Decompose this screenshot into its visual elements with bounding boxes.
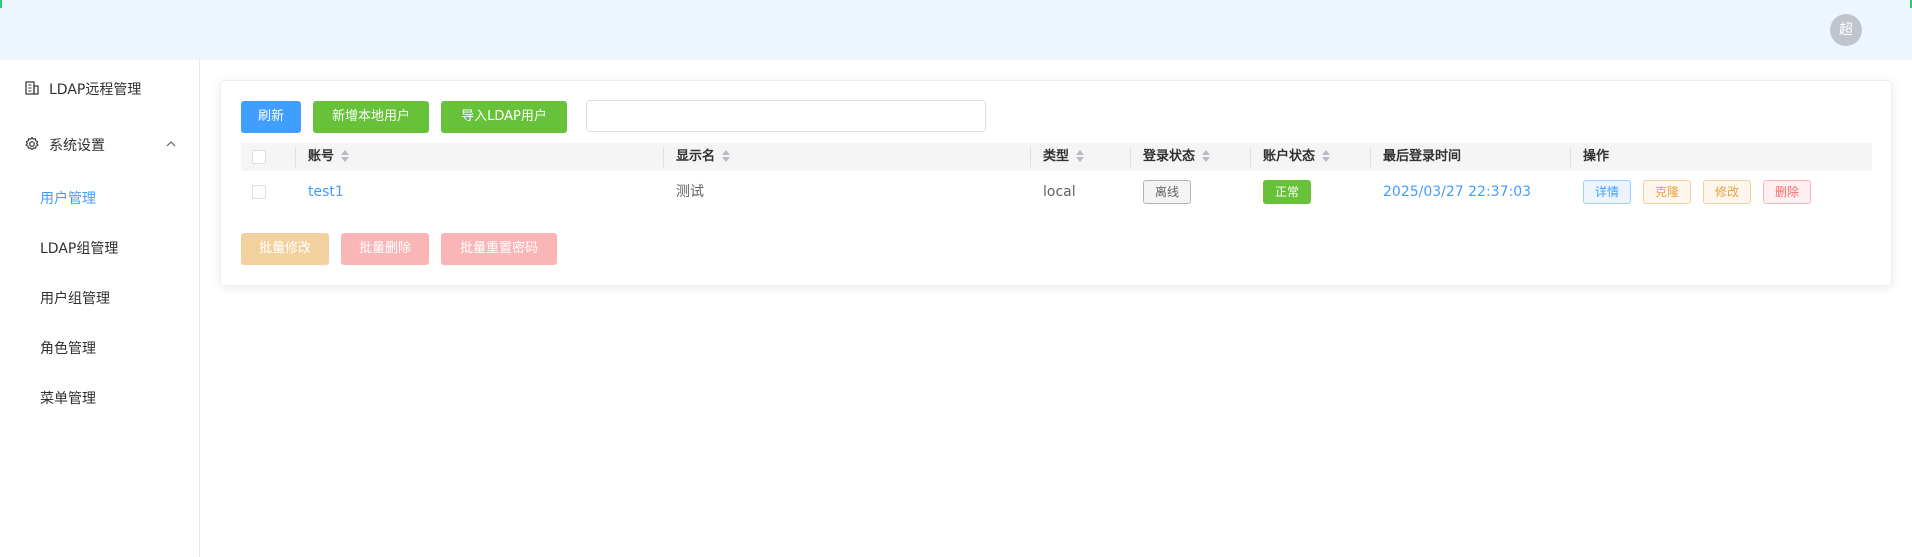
column-header-display-name[interactable]: 显示名 bbox=[676, 143, 731, 171]
accent-marker bbox=[0, 0, 2, 8]
column-header-account-status[interactable]: 账户状态 bbox=[1263, 143, 1331, 171]
search-input[interactable] bbox=[586, 100, 986, 132]
avatar[interactable]: 超 bbox=[1830, 14, 1862, 46]
sidebar-item-label: 用户组管理 bbox=[40, 291, 110, 307]
column-divider bbox=[1570, 147, 1571, 167]
top-header: 超 bbox=[0, 0, 1912, 60]
sidebar-item-label: 用户管理 bbox=[40, 191, 96, 207]
column-header-label: 显示名 bbox=[676, 149, 716, 164]
sidebar-item-role-management[interactable]: 角色管理 bbox=[0, 322, 199, 372]
sidebar-item-ldap-remote[interactable]: LDAP远程管理 bbox=[0, 60, 199, 116]
building-icon bbox=[25, 81, 39, 95]
column-header-label: 登录状态 bbox=[1143, 149, 1196, 164]
sidebar-item-label: 菜单管理 bbox=[40, 391, 96, 407]
sort-icon[interactable] bbox=[1321, 149, 1331, 163]
column-header-label: 最后登录时间 bbox=[1383, 149, 1462, 164]
sidebar-item-menu-management[interactable]: 菜单管理 bbox=[0, 372, 199, 422]
last-login-cell: 2025/03/27 22:37:03 bbox=[1383, 184, 1532, 200]
select-all-checkbox[interactable] bbox=[252, 150, 266, 164]
column-header-label: 账号 bbox=[308, 149, 335, 164]
column-divider bbox=[295, 147, 296, 167]
table-header: 账号 显示名 类型 登录状态 账户状态 最后登录时间 操作 bbox=[241, 143, 1872, 171]
sort-icon[interactable] bbox=[1075, 149, 1085, 163]
sidebar: LDAP远程管理 系统设置 用户管理 LDAP组管理 用户组管理 角色管理 菜单… bbox=[0, 60, 200, 557]
sidebar-item-label: LDAP远程管理 bbox=[49, 82, 142, 98]
sidebar-item-user-management[interactable]: 用户管理 bbox=[0, 172, 199, 222]
account-status-badge: 正常 bbox=[1263, 180, 1311, 204]
table-row: test1 测试 local 离线 正常 2025/03/27 22:37:03… bbox=[241, 171, 1872, 213]
import-ldap-user-button[interactable]: 导入LDAP用户 bbox=[441, 101, 567, 133]
column-divider bbox=[1030, 147, 1031, 167]
column-header-last-login: 最后登录时间 bbox=[1383, 143, 1461, 171]
sidebar-item-ldap-group-management[interactable]: LDAP组管理 bbox=[0, 222, 199, 272]
column-header-type[interactable]: 类型 bbox=[1043, 143, 1085, 171]
display-name-cell: 测试 bbox=[676, 184, 704, 200]
column-header-label: 操作 bbox=[1583, 149, 1610, 164]
chevron-up-icon bbox=[166, 141, 176, 147]
add-local-user-button[interactable]: 新增本地用户 bbox=[313, 101, 429, 133]
column-header-actions: 操作 bbox=[1583, 143, 1609, 171]
detail-button[interactable]: 详情 bbox=[1583, 180, 1631, 204]
column-header-label: 类型 bbox=[1043, 149, 1070, 164]
sidebar-item-label: LDAP组管理 bbox=[40, 241, 119, 257]
gear-icon bbox=[25, 136, 39, 151]
delete-button[interactable]: 删除 bbox=[1763, 180, 1811, 204]
batch-edit-button[interactable]: 批量修改 bbox=[241, 233, 329, 265]
column-header-label: 账户状态 bbox=[1263, 149, 1316, 164]
batch-reset-password-button[interactable]: 批量重置密码 bbox=[441, 233, 557, 265]
column-divider bbox=[1250, 147, 1251, 167]
column-divider bbox=[663, 147, 664, 167]
sidebar-item-label: 角色管理 bbox=[40, 341, 96, 357]
edit-button[interactable]: 修改 bbox=[1703, 180, 1751, 204]
column-divider bbox=[1370, 147, 1371, 167]
column-header-login-status[interactable]: 登录状态 bbox=[1143, 143, 1211, 171]
account-link[interactable]: test1 bbox=[308, 171, 344, 213]
refresh-button[interactable]: 刷新 bbox=[241, 101, 301, 133]
sort-icon[interactable] bbox=[1201, 149, 1211, 163]
row-checkbox[interactable] bbox=[252, 185, 266, 199]
column-header-account[interactable]: 账号 bbox=[308, 143, 350, 171]
sort-icon[interactable] bbox=[340, 149, 350, 163]
login-status-badge: 离线 bbox=[1143, 180, 1191, 204]
sidebar-group-system-settings[interactable]: 系统设置 bbox=[0, 116, 199, 172]
type-cell: local bbox=[1043, 184, 1076, 200]
sidebar-group-label: 系统设置 bbox=[49, 138, 105, 154]
batch-delete-button[interactable]: 批量删除 bbox=[341, 233, 429, 265]
sidebar-item-user-group-management[interactable]: 用户组管理 bbox=[0, 272, 199, 322]
sort-icon[interactable] bbox=[721, 149, 731, 163]
clone-button[interactable]: 克隆 bbox=[1643, 180, 1691, 204]
column-divider bbox=[1130, 147, 1131, 167]
